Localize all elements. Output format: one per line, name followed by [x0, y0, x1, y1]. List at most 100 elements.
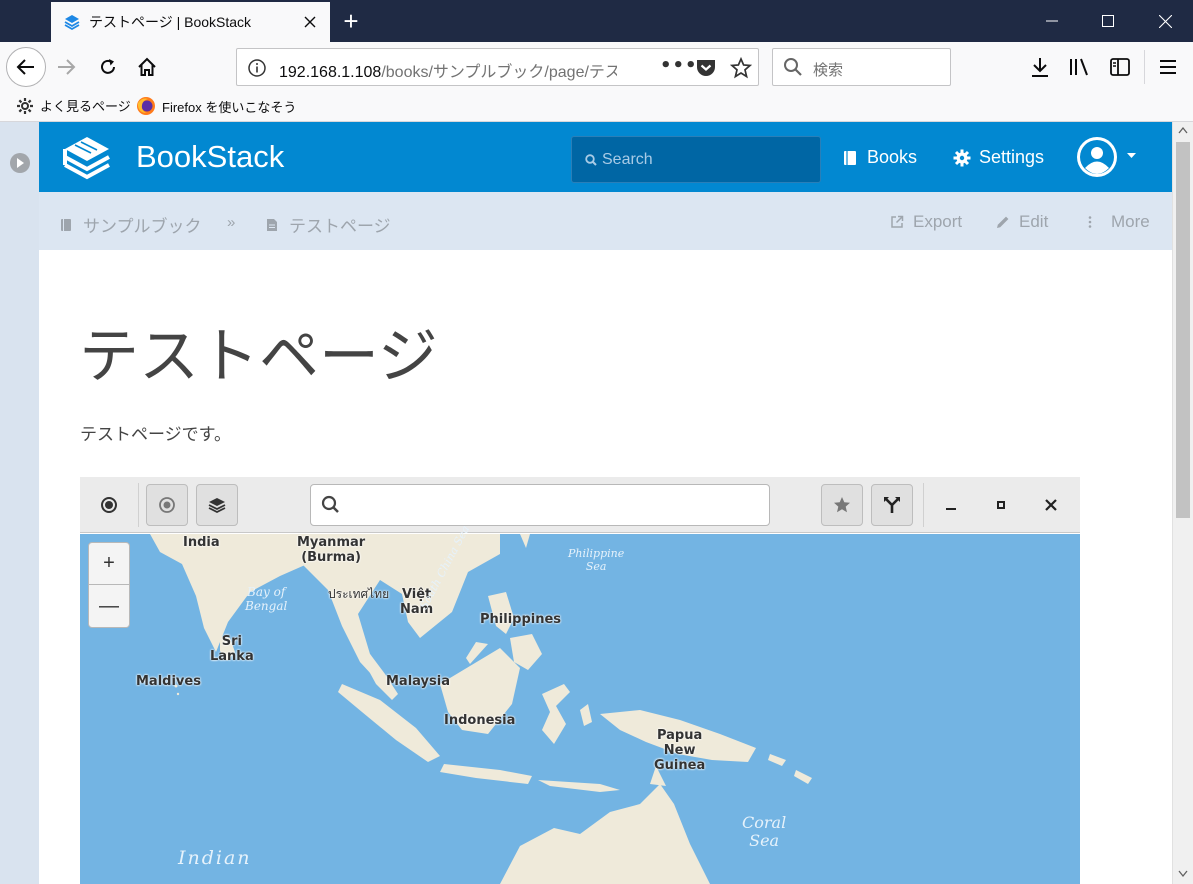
browser-navbar: 192.168.1.108/books/サンプルブック/page/テス ••• … — [0, 42, 1193, 92]
edit-action[interactable]: Edit — [996, 212, 1048, 232]
menu-button[interactable] — [1156, 55, 1180, 79]
browser-titlebar: テストページ | BookStack + — [0, 0, 1193, 42]
hamburger-menu-icon — [1160, 60, 1176, 74]
target-icon — [159, 497, 175, 513]
minimize-window-button[interactable] — [1024, 0, 1080, 42]
map-toolbar — [80, 477, 1080, 533]
map-label-indonesia: Indonesia — [444, 713, 516, 728]
browser-sidebar-strip — [0, 122, 39, 884]
user-avatar[interactable] — [1077, 137, 1117, 177]
map-label-philippines: Philippines — [480, 612, 562, 627]
home-button[interactable] — [135, 55, 159, 79]
map-label-maldives: Maldives — [136, 674, 201, 689]
tab-close-icon[interactable] — [300, 12, 320, 32]
library-icon — [1070, 58, 1088, 76]
nav-settings-link[interactable]: Settings — [953, 147, 1044, 168]
pocket-icon[interactable] — [695, 57, 717, 79]
map-toolbar-separator — [923, 483, 924, 527]
map-zoom-control: + — — [88, 542, 130, 628]
map-search-input[interactable] — [310, 484, 770, 526]
play-arrow-icon — [17, 158, 24, 168]
reload-icon — [101, 59, 115, 74]
page-toolbar: サンプルブック » テストページ Export Edit More — [39, 192, 1172, 250]
breadcrumb-page[interactable]: テストページ — [266, 212, 391, 237]
download-icon — [1032, 58, 1048, 77]
sidebar-button[interactable] — [1108, 55, 1132, 79]
close-window-button[interactable] — [1137, 0, 1193, 42]
page-scrollbar[interactable] — [1172, 122, 1193, 884]
nav-books-link[interactable]: Books — [843, 147, 917, 168]
browser-tab[interactable]: テストページ | BookStack — [51, 2, 330, 42]
back-arrow-icon — [16, 59, 34, 75]
browser-search-placeholder: 検索 — [813, 62, 844, 79]
home-icon — [138, 57, 156, 76]
map-maximize-button[interactable] — [980, 484, 1022, 526]
export-action[interactable]: Export — [890, 212, 962, 232]
search-icon — [321, 495, 339, 513]
close-icon — [1045, 499, 1057, 511]
bookmark-star-icon[interactable] — [730, 57, 752, 79]
app-search-input[interactable]: Search — [571, 136, 821, 183]
app-header: BookStack Search Books Settings — [39, 122, 1172, 192]
book-icon — [61, 218, 71, 231]
app-name[interactable]: BookStack — [136, 139, 284, 175]
map-canvas[interactable]: + — India Myanmar (Burma) ประเทศไทย Việt… — [80, 523, 1080, 884]
bookstack-logo-icon[interactable] — [61, 133, 113, 181]
url-text: 192.168.1.108/books/サンプルブック/page/テス — [279, 64, 617, 81]
map-tiles — [150, 534, 812, 884]
map-center-button[interactable] — [146, 484, 188, 526]
gear-icon — [17, 97, 33, 114]
sidebar-toggle-button[interactable] — [10, 153, 30, 173]
map-directions-button[interactable] — [871, 484, 913, 526]
map-sea-philippine-sea: Philippine Sea — [568, 547, 625, 573]
breadcrumb-book[interactable]: サンプルブック — [60, 212, 202, 237]
export-icon — [891, 215, 904, 228]
info-icon[interactable] — [247, 58, 267, 78]
star-icon — [834, 497, 850, 513]
chevron-down-icon[interactable] — [1127, 153, 1136, 159]
downloads-button[interactable] — [1028, 55, 1052, 79]
page-title: テストページ — [79, 322, 438, 392]
map-label-india: India — [183, 535, 220, 550]
user-avatar-icon — [1080, 140, 1114, 174]
map-zoom-in-button[interactable]: + — [89, 543, 129, 585]
map-minimize-button[interactable] — [930, 484, 972, 526]
back-button[interactable] — [6, 47, 46, 87]
forward-button[interactable] — [54, 55, 78, 79]
map-sea-bay-of-bengal: Bay of Bengal — [245, 585, 288, 613]
breadcrumb-separator: » — [227, 214, 236, 231]
library-button[interactable] — [1067, 55, 1091, 79]
map-sea-coral-sea: Coral Sea — [742, 813, 787, 851]
page-actions-icon[interactable]: ••• — [660, 55, 698, 76]
bookmark-firefox-tips[interactable]: Firefox を使いこなそう — [136, 96, 296, 116]
map-label-sri-lanka: Sri Lanka — [210, 634, 254, 664]
browser-search-input[interactable]: 検索 — [772, 48, 951, 86]
more-action[interactable]: More — [1086, 212, 1150, 232]
page-body-text: テストページです。 — [80, 425, 231, 445]
new-tab-button[interactable]: + — [336, 6, 366, 36]
toolbar-separator — [1144, 50, 1145, 84]
map-zoom-out-button[interactable]: — — [89, 585, 129, 627]
map-toolbar-separator — [138, 483, 139, 527]
map-close-button[interactable] — [1030, 484, 1072, 526]
tab-title: テストページ | BookStack — [89, 14, 252, 30]
reload-button[interactable] — [96, 55, 120, 79]
url-bar[interactable]: 192.168.1.108/books/サンプルブック/page/テス ••• — [236, 48, 759, 86]
firefox-icon — [137, 97, 155, 115]
route-fork-icon — [884, 497, 900, 513]
maximize-window-button[interactable] — [1080, 0, 1136, 42]
map-label-myanmar: Myanmar (Burma) — [297, 535, 366, 565]
minimize-icon — [946, 508, 956, 510]
scroll-up-icon[interactable] — [1178, 126, 1188, 134]
scroll-down-icon[interactable] — [1178, 870, 1188, 878]
maximize-icon — [997, 501, 1005, 509]
pencil-icon — [997, 216, 1009, 228]
map-favorite-button[interactable] — [821, 484, 863, 526]
gear-icon — [953, 149, 971, 166]
map-locate-button[interactable] — [88, 484, 130, 526]
bookmark-most-visited[interactable]: よく見るページ — [16, 96, 131, 115]
scrollbar-thumb[interactable] — [1176, 142, 1190, 518]
map-layers-button[interactable] — [196, 484, 238, 526]
record-icon — [101, 497, 117, 513]
page-icon — [267, 218, 277, 231]
